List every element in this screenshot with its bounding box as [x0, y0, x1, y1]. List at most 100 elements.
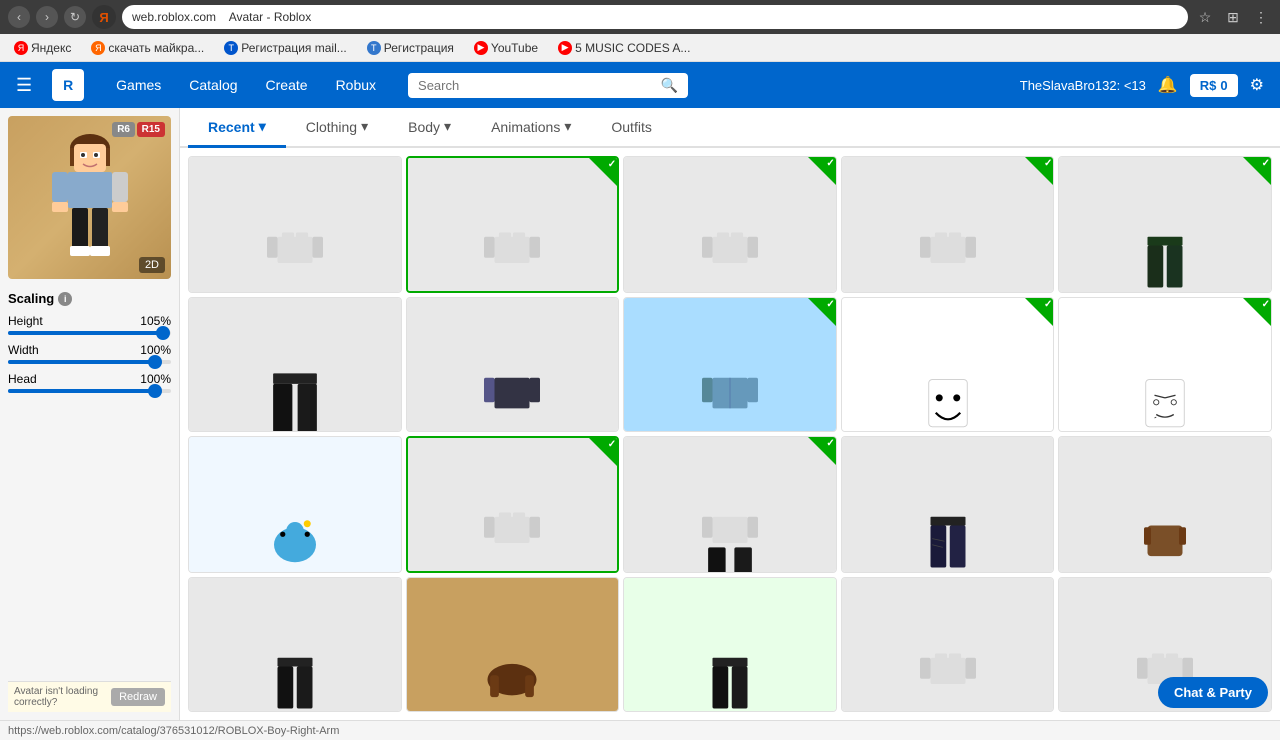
catalog-panel: Recent ▾ Clothing ▾ Body ▾ Animations ▾ …: [180, 108, 1280, 720]
bookmark-mail-reg[interactable]: T Регистрация mail...: [218, 39, 353, 57]
item-card[interactable]: ✓Man Torso: [623, 436, 837, 573]
r6-badge[interactable]: R6: [112, 122, 135, 137]
main-nav: Games Catalog Create Robux: [104, 71, 388, 99]
item-card[interactable]: Man Right Arm: [188, 156, 402, 293]
status-bar: https://web.roblox.com/catalog/376531012…: [0, 720, 1280, 740]
item-thumbnail: [189, 437, 401, 573]
tab-animations-arrow: ▾: [564, 118, 571, 135]
width-slider[interactable]: [8, 360, 171, 364]
item-thumbnail: [624, 578, 836, 712]
item-card[interactable]: item16: [188, 577, 402, 712]
bookmark-minecraft[interactable]: Я скачать майкра...: [85, 39, 210, 57]
item-card[interactable]: ✓ROBLOX Boy To...: [406, 436, 620, 573]
check-icon: ✓: [608, 439, 616, 450]
status-url: https://web.roblox.com/catalog/376531012…: [8, 725, 339, 737]
height-thumb[interactable]: [156, 326, 170, 340]
nav-catalog[interactable]: Catalog: [177, 71, 249, 99]
browser-chrome: ‹ › ↻ Я web.roblox.com Avatar - Roblox ☆…: [0, 0, 1280, 34]
head-slider-row: Head 100%: [8, 372, 171, 393]
height-slider[interactable]: [8, 331, 171, 335]
nav-robux[interactable]: Robux: [324, 71, 388, 99]
item-card[interactable]: Ripped Skater P...: [841, 436, 1055, 573]
item-thumbnail: [189, 578, 401, 712]
item-thumbnail: [1059, 437, 1271, 573]
nav-create[interactable]: Create: [254, 71, 320, 99]
settings-icon[interactable]: ⚙: [1250, 75, 1264, 95]
tab-clothing[interactable]: Clothing ▾: [286, 108, 388, 148]
item-thumbnail: ✓: [1059, 298, 1271, 432]
robux-icon: R$: [1200, 78, 1217, 93]
check-icon: ✓: [826, 158, 834, 169]
item-thumbnail: ✓: [842, 298, 1054, 432]
item-card[interactable]: The Bird Says____: [188, 436, 402, 573]
tab-body[interactable]: Body ▾: [388, 108, 471, 148]
item-thumbnail: ✓: [624, 157, 836, 293]
nav-games[interactable]: Games: [104, 71, 173, 99]
item-card[interactable]: ✓Man Left Leg: [841, 156, 1055, 293]
robux-count: 0: [1220, 78, 1227, 93]
item-card[interactable]: ✓Dark Green Jeans: [1058, 156, 1272, 293]
tab-recent[interactable]: Recent ▾: [188, 108, 286, 148]
redraw-button[interactable]: Redraw: [111, 688, 165, 706]
bookmark-music[interactable]: ▶ 5 MUSIC CODES A...: [552, 39, 696, 57]
head-thumb[interactable]: [148, 384, 162, 398]
head-slider[interactable]: [8, 389, 171, 393]
item-card[interactable]: Black Jeans: [188, 297, 402, 432]
forward-button[interactable]: ›: [36, 6, 58, 28]
username-display: TheSlavaBro132: <13: [1020, 78, 1146, 93]
url-bar[interactable]: web.roblox.com Avatar - Roblox: [122, 5, 1188, 29]
item-card[interactable]: item18: [623, 577, 837, 712]
yandex-icon: Я: [14, 41, 28, 55]
item-thumbnail: [189, 298, 401, 432]
scaling-title: Scaling i: [8, 291, 171, 306]
check-icon: ✓: [1262, 158, 1270, 169]
reg-icon: T: [367, 41, 381, 55]
item-card[interactable]: Blue and Black ...: [406, 297, 620, 432]
r15-badge[interactable]: R15: [137, 122, 165, 137]
bookmark-youtube[interactable]: ▶ YouTube: [468, 39, 544, 57]
tab-body-arrow: ▾: [444, 118, 451, 135]
item-card[interactable]: ✓ROBLOX Boy Ri...: [406, 156, 620, 293]
minecraft-icon: Я: [91, 41, 105, 55]
item-thumbnail: ✓: [1059, 157, 1271, 293]
notifications-icon[interactable]: 🔔: [1158, 75, 1178, 95]
youtube-icon: ▶: [474, 41, 488, 55]
check-icon: ✓: [1044, 299, 1052, 310]
tab-animations[interactable]: Animations ▾: [471, 108, 591, 148]
bookmark-reg[interactable]: T Регистрация: [361, 39, 460, 57]
2d-toggle[interactable]: 2D: [139, 257, 165, 273]
item-card[interactable]: ✓Denim Jacket w...: [623, 297, 837, 432]
hamburger-icon[interactable]: ☰: [16, 75, 32, 96]
search-icon[interactable]: 🔍: [661, 77, 678, 94]
bookmark-yandex[interactable]: Я Яндекс: [8, 39, 77, 57]
item-card[interactable]: item19: [841, 577, 1055, 712]
search-input[interactable]: [418, 78, 655, 93]
roblox-logo[interactable]: R: [52, 69, 84, 101]
item-card[interactable]: ✓ROBLOX Boy Le...: [623, 156, 837, 293]
tab-outfits[interactable]: Outfits: [591, 108, 671, 148]
main-layout: R6 R15: [0, 108, 1280, 720]
refresh-button[interactable]: ↻: [64, 6, 86, 28]
chat-party-button[interactable]: Chat & Party: [1158, 677, 1268, 708]
avatar-panel: R6 R15: [0, 108, 180, 720]
width-fill: [8, 360, 155, 364]
item-thumbnail: [842, 437, 1054, 573]
height-slider-row: Height 105%: [8, 314, 171, 335]
item-thumbnail: ✓: [624, 437, 836, 573]
item-card[interactable]: ✓Smile: [841, 297, 1055, 432]
yandex-favicon: Я: [99, 10, 108, 25]
robux-button[interactable]: R$ 0: [1190, 74, 1238, 97]
item-card[interactable]: item17: [406, 577, 620, 712]
check-icon: ✓: [1044, 158, 1052, 169]
menu-button[interactable]: ⋮: [1250, 6, 1272, 28]
info-icon[interactable]: i: [58, 292, 72, 306]
item-card[interactable]: Brown Charmer...: [1058, 436, 1272, 573]
bookmark-star[interactable]: ☆: [1194, 6, 1216, 28]
extensions-button[interactable]: ⊞: [1222, 6, 1244, 28]
back-button[interactable]: ‹: [8, 6, 30, 28]
width-slider-row: Width 100%: [8, 343, 171, 364]
width-thumb[interactable]: [148, 355, 162, 369]
item-thumbnail: ✓: [408, 158, 618, 293]
item-card[interactable]: ✓Man Face: [1058, 297, 1272, 432]
item-thumbnail: [189, 157, 401, 293]
